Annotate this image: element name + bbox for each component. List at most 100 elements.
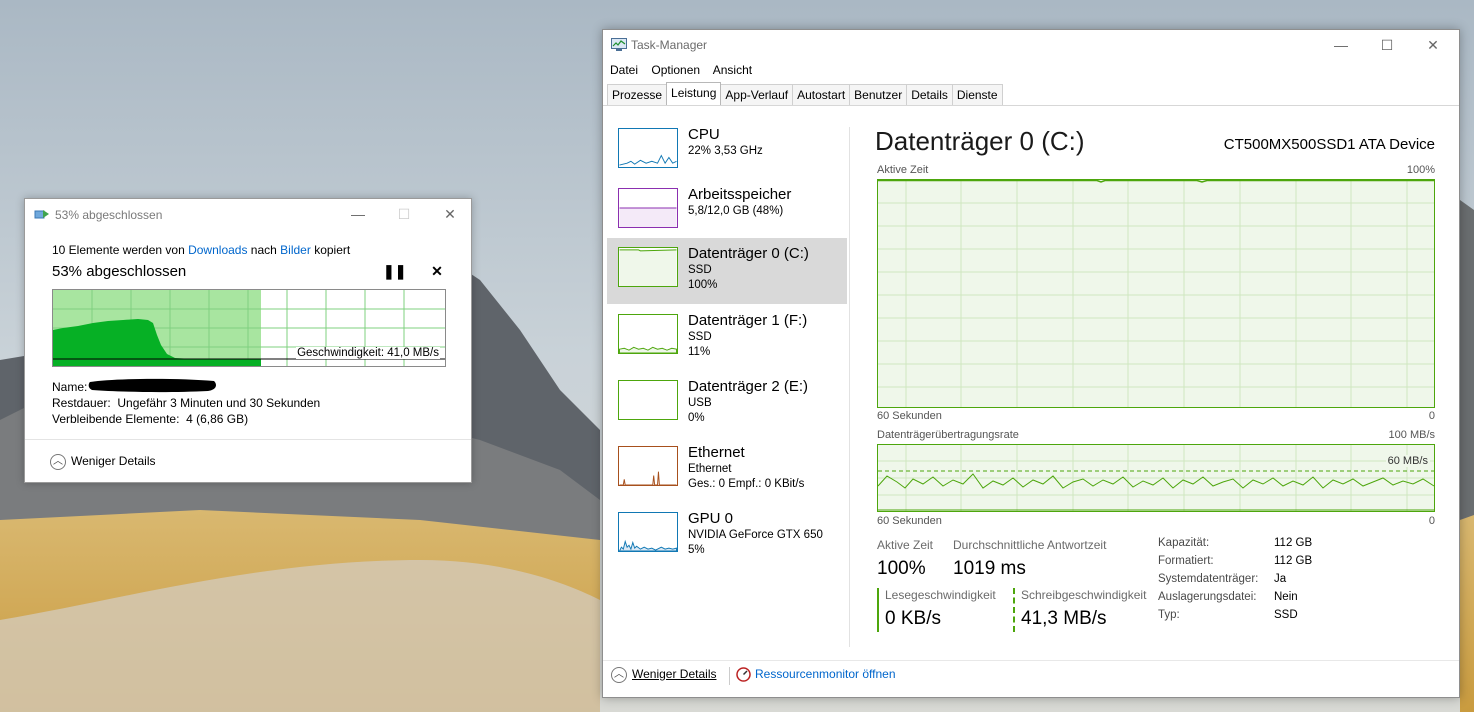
prop-pagefile-value: Nein: [1274, 591, 1298, 603]
sidebar-divider: [849, 127, 850, 647]
prop-system-disk-value: Ja: [1274, 573, 1287, 585]
transfer-rate-graph-label: Datenträgerübertragungsrate: [877, 429, 1019, 441]
tab-app-verlauf[interactable]: App-Verlauf: [720, 84, 794, 105]
gpu-thumbnail-graph: [618, 512, 678, 552]
prop-formatted-value: 112 GB: [1274, 555, 1313, 567]
graph2-min-label: 0: [1428, 515, 1435, 527]
chevron-up-icon: ︿: [50, 454, 66, 470]
sidebar-sub: 5,8/12,0 GB (48%): [688, 205, 784, 217]
task-manager-window: Task-Manager — ☐ ✕ Datei Optionen Ansich…: [602, 29, 1460, 698]
sidebar-sub2: 5%: [688, 544, 705, 556]
response-time-value: 1019 ms: [953, 558, 1026, 579]
taskmgr-titlebar[interactable]: Task-Manager — ☐ ✕: [603, 30, 1459, 60]
sidebar-item-gpu[interactable]: GPU 0 NVIDIA GeForce GTX 650 5%: [607, 503, 847, 569]
sidebar-item-cpu[interactable]: CPU 22% 3,53 GHz: [607, 119, 847, 185]
sidebar-label: CPU: [688, 126, 720, 143]
remaining-items-row: Verbleibende Elemente: 4 (6,86 GB): [52, 412, 248, 426]
active-time-graph-max: 100%: [1406, 164, 1435, 176]
copy-progress-dialog: 53% abgeschlossen — ☐ ✕ 10 Elemente werd…: [24, 198, 472, 483]
sidebar-sub: SSD: [688, 331, 712, 343]
chevron-up-icon: ︿: [611, 667, 627, 683]
sidebar-label: Arbeitsspeicher: [688, 186, 792, 203]
prop-capacity-value: 112 GB: [1274, 537, 1313, 549]
tab-benutzer[interactable]: Benutzer: [849, 84, 908, 105]
sidebar-item-disk-0[interactable]: Datenträger 0 (C:) SSD 100%: [607, 238, 847, 304]
prop-type-label: Typ:: [1158, 609, 1180, 621]
device-model: CT500MX500SSD1 ATA Device: [1223, 136, 1435, 153]
tab-bar: Prozesse Leistung App-Verlauf Autostart …: [607, 82, 1003, 106]
graph2-time-label: 60 Sekunden: [877, 515, 942, 527]
maximize-button: ☐: [397, 206, 411, 222]
active-time-label: Aktive Zeit: [877, 538, 934, 552]
copy-dialog-titlebar[interactable]: 53% abgeschlossen — ☐ ✕: [25, 199, 471, 229]
fewer-details-label: Weniger Details: [71, 454, 156, 469]
remaining-items-label: Verbleibende Elemente:: [52, 412, 180, 426]
fewer-details-button[interactable]: ︿ Weniger Details: [50, 454, 155, 470]
disk-1-thumbnail-graph: [618, 314, 678, 354]
write-speed-label: Schreibgeschwindigkeit: [1021, 588, 1147, 602]
footer-divider: [603, 660, 1459, 661]
transfer-rate-graph-max: 100 MB/s: [1388, 429, 1435, 441]
menu-ansicht[interactable]: Ansicht: [713, 63, 752, 77]
copy-desc-suffix: kopiert: [310, 243, 351, 257]
copy-icon: [34, 210, 49, 219]
sidebar-label: Datenträger 0 (C:): [688, 245, 809, 262]
cpu-thumbnail-graph: [618, 128, 678, 168]
prop-pagefile-label: Auslagerungsdatei:: [1158, 591, 1257, 603]
menu-optionen[interactable]: Optionen: [651, 63, 700, 77]
copy-desc-mid: nach: [247, 243, 281, 257]
sidebar-sub: SSD: [688, 264, 712, 276]
tab-details[interactable]: Details: [906, 84, 953, 105]
sidebar-sub2: 0%: [688, 412, 705, 424]
remaining-items-value: 4 (6,86 GB): [186, 412, 249, 426]
prop-system-disk-label: Systemdatenträger:: [1158, 573, 1259, 585]
copy-description: 10 Elemente werden von Downloads nach Bi…: [52, 243, 350, 257]
dialog-divider: [25, 439, 471, 440]
source-folder-link[interactable]: Downloads: [188, 243, 247, 257]
sidebar-sub: 22% 3,53 GHz: [688, 145, 763, 157]
prop-formatted-label: Formatiert:: [1158, 555, 1214, 567]
cancel-copy-button[interactable]: ✕: [428, 263, 446, 280]
minimize-button[interactable]: —: [1318, 30, 1364, 60]
sidebar-sub: USB: [688, 397, 712, 409]
tab-dienste[interactable]: Dienste: [951, 84, 1003, 105]
graph1-min-label: 0: [1428, 410, 1435, 422]
name-label: Name:: [52, 380, 88, 394]
minimize-button[interactable]: —: [335, 199, 381, 229]
close-button[interactable]: ✕: [427, 199, 473, 229]
write-rate-indicator: [1013, 588, 1015, 632]
transfer-rate-graph: [877, 444, 1435, 512]
remaining-time-row: Restdauer: Ungefähr 3 Minuten und 30 Sek…: [52, 396, 320, 410]
ethernet-thumbnail-graph: [618, 446, 678, 486]
graph1-time-label: 60 Sekunden: [877, 410, 942, 422]
write-speed-value: 41,3 MB/s: [1021, 608, 1107, 629]
tab-leistung[interactable]: Leistung: [666, 82, 722, 106]
sidebar-item-disk-1[interactable]: Datenträger 1 (F:) SSD 11%: [607, 305, 847, 371]
prop-capacity-label: Kapazität:: [1158, 537, 1210, 549]
taskmgr-title: Task-Manager: [631, 38, 708, 52]
read-speed-label: Lesegeschwindigkeit: [885, 588, 996, 602]
menu-datei[interactable]: Datei: [610, 63, 638, 77]
close-button[interactable]: ✕: [1410, 30, 1456, 60]
sidebar-sub: Ethernet: [688, 463, 732, 475]
sidebar-sub: NVIDIA GeForce GTX 650: [688, 529, 823, 541]
target-folder-link[interactable]: Bilder: [280, 243, 311, 257]
tab-autostart[interactable]: Autostart: [792, 84, 851, 105]
transfer-rate-line-label: 60 MB/s: [1385, 455, 1430, 467]
read-rate-indicator: [877, 588, 879, 632]
sidebar-item-memory[interactable]: Arbeitsspeicher 5,8/12,0 GB (48%): [607, 179, 847, 245]
sidebar-label: Datenträger 1 (F:): [688, 312, 808, 329]
sidebar-sub2: 100%: [688, 279, 718, 291]
maximize-button[interactable]: ☐: [1364, 30, 1410, 60]
pause-button[interactable]: ❚❚: [383, 263, 406, 280]
resource-monitor-link[interactable]: Ressourcenmonitor öffnen: [736, 667, 896, 683]
memory-thumbnail-graph: [618, 188, 678, 228]
speed-label: Geschwindigkeit: 41,0 MB/s: [296, 347, 440, 359]
sidebar-item-disk-2[interactable]: Datenträger 2 (E:) USB 0%: [607, 371, 847, 437]
footer-separator: [723, 667, 736, 685]
copy-status: 53% abgeschlossen: [52, 263, 187, 280]
fewer-details-button[interactable]: ︿ Weniger Details: [611, 667, 716, 683]
sidebar-item-ethernet[interactable]: Ethernet Ethernet Ges.: 0 Empf.: 0 KBit/…: [607, 437, 847, 503]
tab-prozesse[interactable]: Prozesse: [607, 84, 668, 105]
active-time-graph-label: Aktive Zeit: [877, 164, 929, 176]
